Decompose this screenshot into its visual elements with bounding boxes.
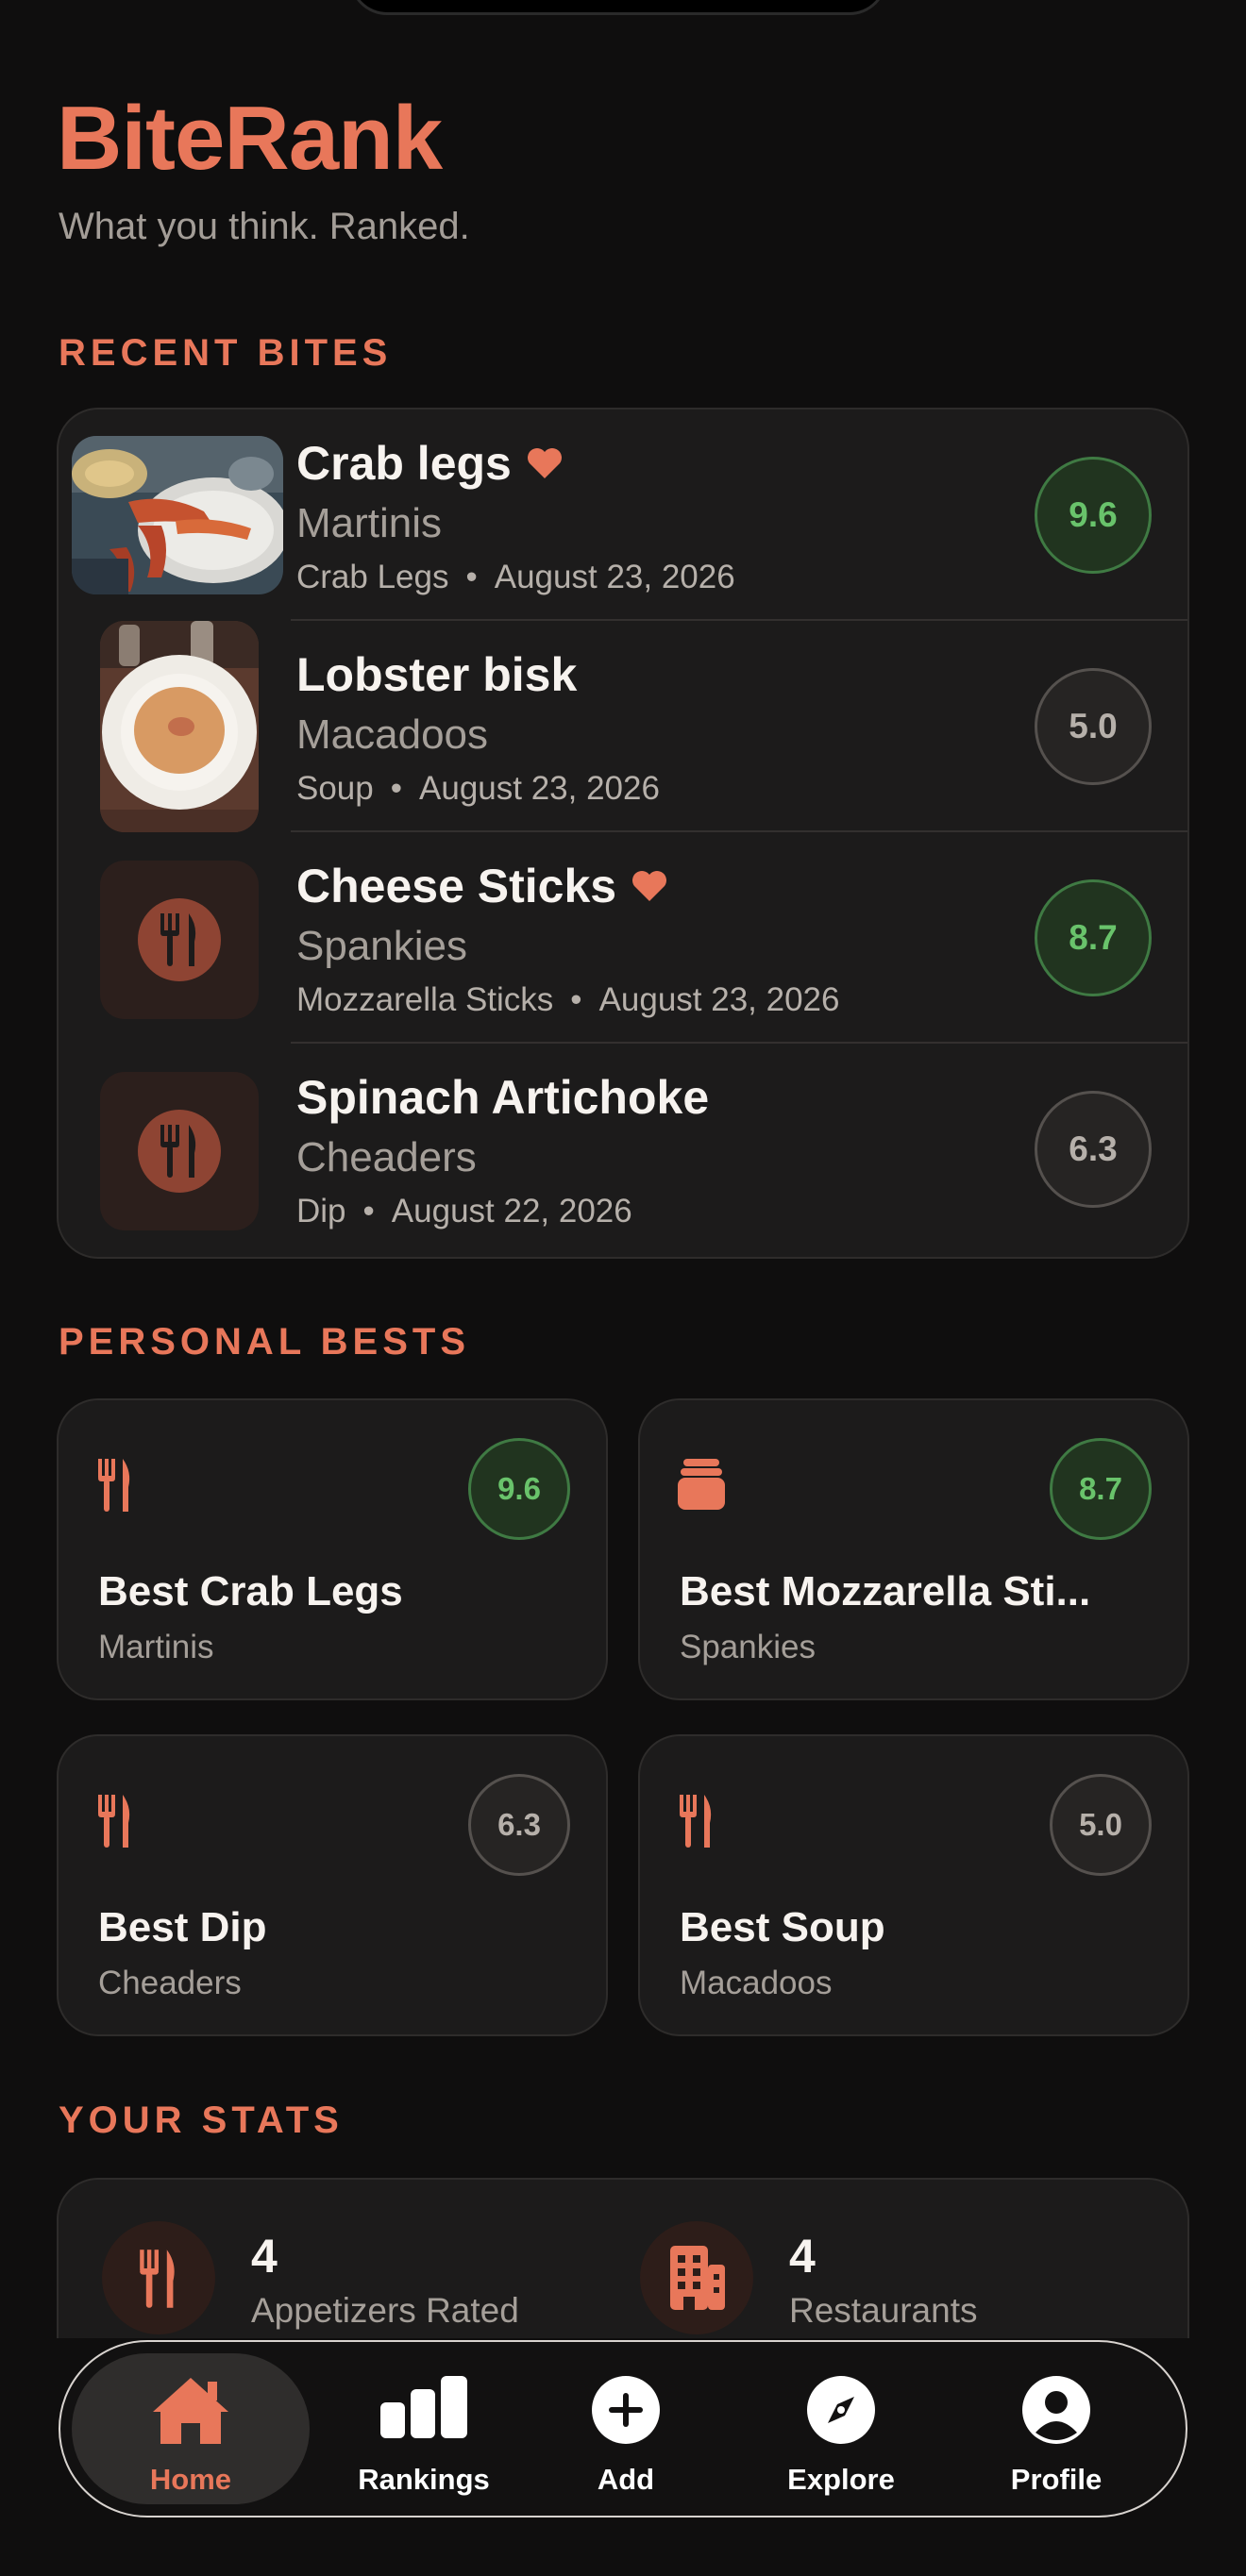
tab-label: Rankings bbox=[358, 2463, 490, 2496]
stat-value: 4 bbox=[251, 2230, 278, 2283]
favorite-heart-icon bbox=[631, 859, 667, 913]
dish-meta: Soup • August 23, 2026 bbox=[296, 770, 660, 807]
stat-label: Restaurants bbox=[789, 2291, 978, 2330]
stat-label: Appetizers Rated bbox=[251, 2291, 519, 2330]
dish-placeholder bbox=[100, 1072, 259, 1230]
restaurant-name: Macadoos bbox=[296, 711, 489, 758]
dish-name: Cheese Sticks bbox=[296, 859, 667, 917]
best-card-soup[interactable]: 5.0 Best Soup Macadoos bbox=[638, 1734, 1189, 2036]
best-card-mozzarella-sticks[interactable]: 8.7 Best Mozzarella Sti... Spankies bbox=[638, 1398, 1189, 1700]
restaurant-name: Martinis bbox=[98, 1629, 214, 1665]
dish-placeholder bbox=[100, 861, 259, 1019]
fork-knife-icon bbox=[96, 1459, 134, 1516]
tab-label: Explore bbox=[787, 2463, 895, 2496]
score-badge: 5.0 bbox=[1035, 668, 1152, 785]
tab-label: Home bbox=[149, 2463, 232, 2496]
restaurant-name: Cheaders bbox=[296, 1134, 477, 1180]
dish-meta: Crab Legs • August 23, 2026 bbox=[296, 559, 735, 595]
device-notch bbox=[349, 0, 887, 15]
section-title-bests: PERSONAL BESTS bbox=[59, 1321, 470, 1363]
score-badge: 5.0 bbox=[1050, 1774, 1152, 1876]
list-item-spinach-artichoke[interactable]: Spinach Artichoke Cheaders Dip • August 22… bbox=[59, 1044, 1187, 1255]
section-title-recent: RECENT BITES bbox=[59, 332, 393, 374]
restaurant-name: Spankies bbox=[296, 923, 468, 969]
best-title: Best Mozzarella Sti... bbox=[680, 1568, 1091, 1614]
restaurant-name: Cheaders bbox=[98, 1965, 242, 2001]
score-badge: 6.3 bbox=[468, 1774, 570, 1876]
score-badge: 8.7 bbox=[1050, 1438, 1152, 1540]
best-card-crab-legs[interactable]: 9.6 Best Crab Legs Martinis bbox=[57, 1398, 608, 1700]
compass-icon bbox=[807, 2376, 875, 2449]
dish-name: Crab legs bbox=[296, 436, 563, 494]
stat-value: 4 bbox=[789, 2230, 816, 2283]
dish-name: Lobster bisk bbox=[296, 648, 578, 701]
dish-meta: Mozzarella Sticks • August 23, 2026 bbox=[296, 981, 840, 1018]
tab-profile[interactable]: Profile bbox=[948, 2353, 1165, 2504]
app-subtitle: What you think. Ranked. bbox=[59, 206, 470, 247]
score-badge: 9.6 bbox=[468, 1438, 570, 1540]
fork-knife-icon bbox=[678, 1795, 716, 1852]
fork-knife-icon bbox=[138, 898, 221, 981]
building-icon bbox=[640, 2221, 753, 2334]
best-title: Best Crab Legs bbox=[98, 1568, 403, 1614]
list-item-crab-legs[interactable]: Crab legs Martinis Crab Legs • August 23, … bbox=[59, 410, 1187, 621]
favorite-heart-icon bbox=[527, 436, 563, 491]
best-card-dip[interactable]: 6.3 Best Dip Cheaders bbox=[57, 1734, 608, 2036]
fork-knife-icon bbox=[96, 1795, 134, 1852]
recent-bites-list: Crab legs Martinis Crab Legs • August 23, … bbox=[57, 408, 1189, 1259]
photo-lobster-bisque bbox=[100, 621, 259, 832]
restaurant-name: Spankies bbox=[680, 1629, 816, 1665]
tab-bar: Home Rankings Add Explore Profile bbox=[59, 2340, 1187, 2517]
app-title: BiteRank bbox=[57, 88, 443, 189]
best-title: Best Soup bbox=[680, 1904, 885, 1950]
tab-rankings[interactable]: Rankings bbox=[315, 2353, 532, 2504]
score-badge: 8.7 bbox=[1035, 879, 1152, 996]
stack-icon bbox=[678, 1459, 725, 1516]
bar-chart-icon bbox=[380, 2376, 467, 2443]
list-item-cheese-sticks[interactable]: Cheese Sticks Spankies Mozzarella Sticks… bbox=[59, 832, 1187, 1044]
plus-circle-icon bbox=[592, 2376, 660, 2449]
person-circle-icon bbox=[1022, 2376, 1090, 2449]
section-title-stats: YOUR STATS bbox=[59, 2099, 344, 2141]
tab-home[interactable]: Home bbox=[72, 2353, 310, 2504]
tab-add[interactable]: Add bbox=[517, 2353, 734, 2504]
score-badge: 9.6 bbox=[1035, 457, 1152, 574]
tab-label: Add bbox=[597, 2463, 655, 2496]
fork-knife-icon bbox=[102, 2221, 215, 2334]
best-title: Best Dip bbox=[98, 1904, 267, 1950]
dish-meta: Dip • August 22, 2026 bbox=[296, 1193, 632, 1229]
score-badge: 6.3 bbox=[1035, 1091, 1152, 1208]
photo-crab-legs bbox=[72, 436, 283, 594]
dish-name: Spinach Artichoke bbox=[296, 1071, 710, 1124]
list-item-lobster-bisk[interactable]: Lobster bisk Macadoos Soup • August 23, 20… bbox=[59, 621, 1187, 832]
fork-knife-icon bbox=[138, 1110, 221, 1193]
restaurant-name: Martinis bbox=[296, 500, 443, 546]
restaurant-name: Macadoos bbox=[680, 1965, 833, 2001]
tab-label: Profile bbox=[1010, 2463, 1103, 2496]
tab-explore[interactable]: Explore bbox=[732, 2353, 950, 2504]
house-icon bbox=[151, 2376, 230, 2451]
